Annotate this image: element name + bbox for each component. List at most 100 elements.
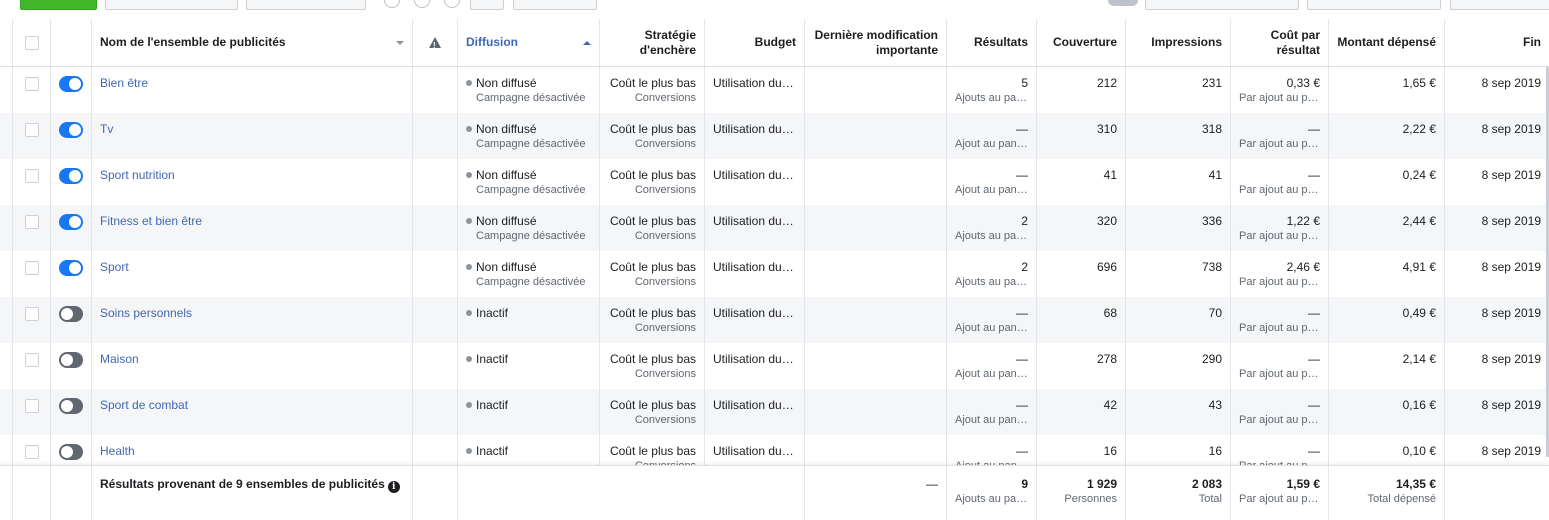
ad-set-name-link[interactable]: Health [100, 444, 135, 458]
reach-cell: 278 [1037, 343, 1126, 389]
ad-set-name-link[interactable]: Tv [100, 122, 113, 136]
header-fin-label: Fin [1523, 35, 1541, 49]
ad-set-toggle[interactable] [59, 168, 83, 184]
table-row[interactable]: Tv Non diffusé Campagne désactivée Coût le … [0, 113, 1549, 159]
create-button[interactable] [20, 0, 97, 10]
spent-cell: 0,24 € [1329, 159, 1445, 205]
summary-label-cell: Résultats provenant de 9 ensembles de pu… [92, 466, 413, 520]
results-cell: —Ajout au panier [947, 297, 1037, 343]
table-row[interactable]: Fitness et bien être Non diffusé Campagne … [0, 205, 1549, 251]
ad-set-name-link[interactable]: Bien être [100, 76, 148, 90]
ad-set-toggle[interactable] [59, 306, 83, 322]
status-subtext: Campagne désactivée [476, 184, 586, 196]
cost-cell: 1,22 €Par ajout au panier [1231, 205, 1329, 251]
status-dot-icon [466, 126, 472, 132]
ad-set-toggle[interactable] [59, 76, 83, 92]
diffusion-cell: Non diffusé Campagne désactivée [458, 205, 600, 251]
rules-button[interactable] [513, 0, 597, 10]
row-checkbox[interactable] [24, 77, 39, 91]
ad-set-name-link[interactable]: Soins personnels [100, 306, 192, 320]
status-text: Non diffusé [476, 214, 537, 228]
table-row[interactable]: Sport de combat Inactif Coût le plus bas Co… [0, 389, 1549, 435]
header-name[interactable]: Nom de l'ensemble de publicités [92, 19, 413, 66]
test-icon[interactable] [444, 0, 460, 8]
duplicate-button[interactable] [105, 0, 238, 10]
summary-derniere-modif: — [805, 466, 947, 520]
header-fin[interactable]: Fin [1445, 19, 1549, 66]
end-date-cell: 8 sep 2019 [1481, 122, 1541, 136]
table-row[interactable]: Bien être Non diffusé Campagne désactivée C… [0, 67, 1549, 113]
header-couverture[interactable]: Couverture [1037, 19, 1126, 66]
header-strategie[interactable]: Stratégie d'enchère [600, 19, 705, 66]
impressions-cell: 738 [1126, 251, 1231, 297]
table-row[interactable]: Maison Inactif Coût le plus bas Conversions… [0, 343, 1549, 389]
edit-button[interactable] [246, 0, 366, 10]
table-row[interactable]: Soins personnels Inactif Coût le plus bas C… [0, 297, 1549, 343]
status-dot-icon [466, 310, 472, 316]
table-row[interactable]: Sport nutrition Non diffusé Campagne désac… [0, 159, 1549, 205]
header-cout[interactable]: Coût par résultat [1231, 19, 1329, 66]
cost-cell: —Par ajout au panier [1231, 343, 1329, 389]
cost-cell: 2,46 €Par ajout au panier [1231, 251, 1329, 297]
ad-set-name-link[interactable]: Sport de combat [100, 398, 188, 412]
ad-set-toggle[interactable] [59, 398, 83, 414]
bid-strategy-cell: Coût le plus basConversions [600, 159, 705, 205]
ad-set-toggle[interactable] [59, 122, 83, 138]
view-setup-toggle[interactable] [1108, 0, 1138, 6]
row-checkbox[interactable] [24, 307, 39, 321]
budget-cell: Utilisation du budget de la campagne [705, 113, 805, 159]
ad-set-name-link[interactable]: Maison [100, 352, 139, 366]
search-button[interactable] [470, 0, 504, 10]
table-header: Nom de l'ensemble de publicités Diffusio… [0, 19, 1549, 67]
columns-button[interactable] [1145, 0, 1299, 10]
status-text: Inactif [476, 352, 509, 366]
row-checkbox[interactable] [24, 353, 39, 367]
ad-set-name-link[interactable]: Sport [100, 260, 129, 274]
header-resultats[interactable]: Résultats [947, 19, 1037, 66]
bid-strategy-cell: Coût le plus basConversions [600, 389, 705, 435]
breakdown-button[interactable] [1307, 0, 1441, 10]
header-derniere-modif[interactable]: Dernière modification importante [805, 19, 947, 66]
cost-cell: —Par ajout au panier [1231, 113, 1329, 159]
ad-set-toggle[interactable] [59, 444, 83, 460]
row-checkbox[interactable] [24, 215, 39, 229]
bid-strategy-cell: Coût le plus basConversions [600, 113, 705, 159]
reach-cell: 42 [1037, 389, 1126, 435]
row-checkbox[interactable] [24, 445, 39, 459]
row-checkbox[interactable] [24, 169, 39, 183]
impressions-cell: 336 [1126, 205, 1231, 251]
bid-strategy-cell: Coût le plus basConversions [600, 67, 705, 113]
diffusion-cell: Inactif [458, 297, 600, 343]
status-dot-icon [466, 172, 472, 178]
status-text: Non diffusé [476, 76, 537, 90]
table-row[interactable]: Sport Non diffusé Campagne désactivée Coût … [0, 251, 1549, 297]
header-montant[interactable]: Montant dépensé [1329, 19, 1445, 66]
header-budget-label: Budget [754, 35, 796, 49]
status-text: Inactif [476, 444, 509, 458]
info-icon[interactable]: i [387, 481, 400, 493]
row-checkbox[interactable] [24, 123, 39, 137]
select-all-checkbox[interactable] [24, 35, 39, 50]
header-budget[interactable]: Budget [705, 19, 805, 66]
summary-impressions: 2 083 Total [1126, 466, 1231, 520]
ad-set-name-link[interactable]: Fitness et bien être [100, 214, 202, 228]
summary-cost: 1,59 €Par ajout au panier [1231, 466, 1329, 520]
chevron-down-icon[interactable] [396, 40, 404, 45]
row-checkbox[interactable] [24, 261, 39, 275]
header-diffusion[interactable]: Diffusion [458, 19, 600, 66]
history-icon[interactable] [384, 0, 400, 8]
impressions-cell: 231 [1126, 67, 1231, 113]
reports-button[interactable] [1450, 0, 1549, 10]
diffusion-cell: Non diffusé Campagne désactivée [458, 159, 600, 205]
sort-ascending-icon[interactable] [583, 40, 591, 45]
diffusion-cell: Non diffusé Campagne désactivée [458, 113, 600, 159]
ad-set-toggle[interactable] [59, 352, 83, 368]
delete-icon[interactable] [414, 0, 430, 8]
budget-cell: Utilisation du budget de la campagne [705, 67, 805, 113]
toggle-header [51, 19, 92, 66]
header-impressions[interactable]: Impressions [1126, 19, 1231, 66]
ad-set-toggle[interactable] [59, 260, 83, 276]
ad-set-toggle[interactable] [59, 214, 83, 230]
ad-set-name-link[interactable]: Sport nutrition [100, 168, 175, 182]
row-checkbox[interactable] [24, 399, 39, 413]
